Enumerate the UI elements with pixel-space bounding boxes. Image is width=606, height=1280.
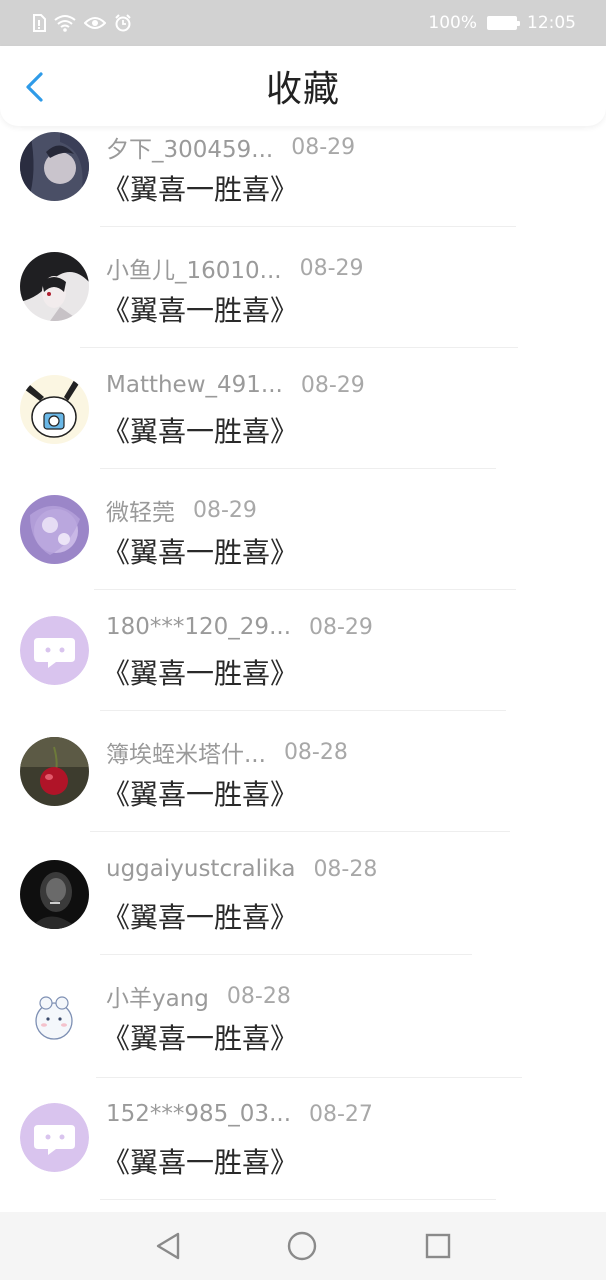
avatar[interactable] [20, 1103, 89, 1172]
book-title[interactable]: 《翼喜一胜喜》 [102, 410, 298, 450]
battery-percent: 100% [428, 13, 477, 33]
divider [90, 831, 510, 832]
list-item[interactable]: 小羊yang 08-28 《翼喜一胜喜》 [0, 975, 606, 1096]
user-name: 180***120_29... [106, 614, 291, 640]
avatar[interactable] [20, 132, 89, 201]
list-item[interactable]: uggaiyustcralika 08-28 《翼喜一胜喜》 [0, 852, 606, 973]
divider [100, 954, 472, 955]
divider [100, 1199, 496, 1200]
user-name: uggaiyustcralika [106, 856, 296, 882]
user-name: 152***985_03... [106, 1101, 291, 1127]
sim-icon [33, 14, 46, 32]
collect-date: 08-29 [300, 372, 365, 398]
collect-date: 08-28 [226, 983, 291, 1009]
collect-date: 08-28 [313, 856, 378, 882]
avatar[interactable] [20, 495, 89, 564]
collect-date: 08-28 [283, 739, 348, 765]
book-title[interactable]: 《翼喜一胜喜》 [102, 168, 298, 208]
avatar[interactable] [20, 737, 89, 806]
divider [100, 710, 506, 711]
user-name: 夕下_300459... [106, 137, 274, 163]
collect-date: 08-29 [299, 255, 364, 281]
status-icons [32, 14, 132, 32]
book-title[interactable]: 《翼喜一胜喜》 [102, 1017, 298, 1057]
book-title[interactable]: 《翼喜一胜喜》 [102, 531, 298, 571]
user-name: 小鱼儿_16010... [106, 258, 282, 284]
collect-date: 08-29 [309, 614, 373, 640]
divider [94, 589, 516, 590]
square-recent-icon [425, 1233, 451, 1259]
divider [100, 468, 496, 469]
battery-icon [487, 16, 520, 30]
status-right: 100% 12:05 [428, 13, 576, 33]
book-title[interactable]: 《翼喜一胜喜》 [102, 896, 298, 936]
list-item[interactable]: 小鱼儿_16010... 08-29 《翼喜一胜喜》 [0, 247, 606, 368]
avatar[interactable] [20, 860, 89, 929]
divider [80, 347, 518, 348]
app-header: 收藏 [0, 46, 606, 126]
page-title: 收藏 [265, 69, 340, 110]
collect-date: 08-27 [309, 1101, 373, 1127]
nav-home-button[interactable] [286, 1230, 318, 1262]
avatar[interactable] [20, 375, 89, 444]
avatar[interactable] [20, 616, 89, 685]
favorites-list: 夕下_300459... 08-29 《翼喜一胜喜》 小鱼儿_16010... … [0, 126, 606, 1212]
list-item[interactable]: 簿埃蛭米塔什... 08-28 《翼喜一胜喜》 [0, 731, 606, 852]
user-name: Matthew_491... [106, 372, 283, 398]
collect-date: 08-29 [291, 134, 356, 160]
circle-home-icon [287, 1231, 317, 1261]
avatar[interactable] [20, 981, 89, 1050]
triangle-back-icon [156, 1232, 180, 1260]
user-name: 微轻莞 [106, 500, 175, 526]
collect-date: 08-29 [193, 497, 257, 523]
back-button[interactable] [20, 70, 48, 104]
list-item[interactable]: Matthew_491... 08-29 《翼喜一胜喜》 [0, 368, 606, 489]
list-item[interactable]: 微轻莞 08-29 《翼喜一胜喜》 [0, 489, 606, 610]
avatar[interactable] [20, 252, 89, 321]
list-item[interactable]: 152***985_03... 08-27 《翼喜一胜喜》 [0, 1097, 606, 1212]
wifi-icon [54, 15, 76, 32]
default-avatar-icon [20, 616, 89, 685]
nav-back-button[interactable] [152, 1230, 184, 1262]
default-avatar-icon [20, 1103, 89, 1172]
user-name: 小羊yang [106, 986, 209, 1012]
book-title[interactable]: 《翼喜一胜喜》 [102, 652, 298, 692]
divider [100, 226, 516, 227]
book-title[interactable]: 《翼喜一胜喜》 [102, 289, 298, 329]
list-item[interactable]: 180***120_29... 08-29 《翼喜一胜喜》 [0, 610, 606, 731]
chevron-left-icon [26, 72, 43, 102]
alarm-icon [115, 14, 131, 32]
nav-recent-button[interactable] [422, 1230, 454, 1262]
system-nav-bar [0, 1212, 606, 1280]
book-title[interactable]: 《翼喜一胜喜》 [102, 1141, 298, 1181]
list-item[interactable]: 夕下_300459... 08-29 《翼喜一胜喜》 [0, 126, 606, 247]
status-bar: 100% 12:05 [0, 0, 606, 46]
book-title[interactable]: 《翼喜一胜喜》 [102, 773, 298, 813]
eye-icon [84, 17, 106, 29]
user-name: 簿埃蛭米塔什... [106, 742, 266, 768]
clock: 12:05 [527, 13, 576, 33]
divider [96, 1077, 522, 1078]
